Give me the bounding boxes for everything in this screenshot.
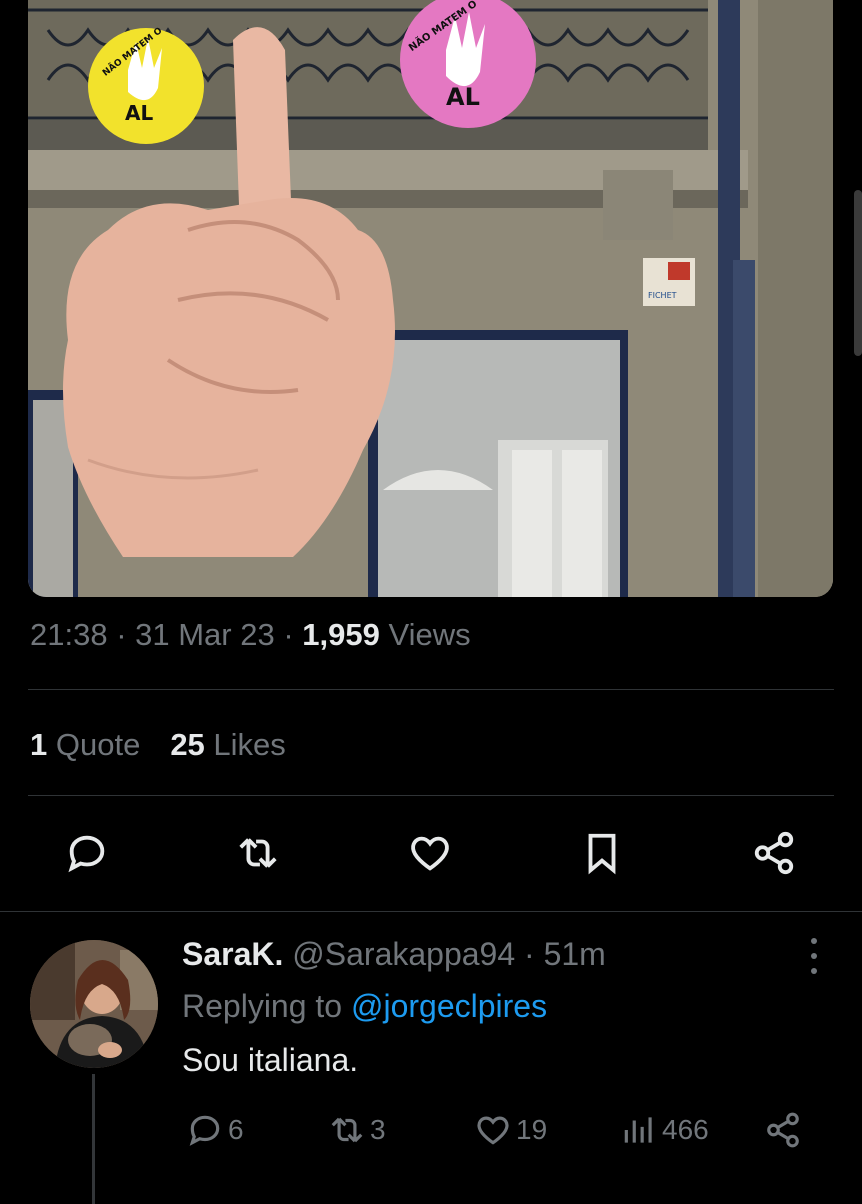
divider xyxy=(28,795,834,796)
mention-link[interactable]: @jorgeclpires xyxy=(351,988,547,1024)
reply-icon xyxy=(189,1115,220,1146)
alarm-label: FICHET xyxy=(648,291,677,300)
tweet-date[interactable]: 31 Mar 23 xyxy=(135,617,275,652)
likes-count: 25 xyxy=(170,727,205,762)
like-icon xyxy=(411,836,449,871)
reply-share-button[interactable] xyxy=(764,1108,802,1152)
reply-action-bar: 6 3 19 466 xyxy=(0,1108,862,1152)
share-button[interactable] xyxy=(749,828,799,878)
retweet-count: 3 xyxy=(370,1114,386,1145)
reply-button[interactable] xyxy=(62,828,112,878)
reply-reply-button[interactable]: 6 xyxy=(186,1108,244,1152)
display-name[interactable]: SaraK. xyxy=(182,936,283,972)
divider xyxy=(28,689,834,690)
replying-to: Replying to @jorgeclpires xyxy=(182,988,548,1024)
views-count: 466 xyxy=(662,1114,709,1145)
reply-icon xyxy=(68,835,105,873)
tweet-meta: 21:38 · 31 Mar 23 · 1,959 Views xyxy=(30,617,471,652)
scrollbar-thumb[interactable] xyxy=(854,190,862,356)
reply-text: Sou italiana. xyxy=(182,1042,359,1078)
svg-text:AL: AL xyxy=(125,101,153,125)
likes-link[interactable]: 25 Likes xyxy=(170,727,285,762)
quotes-count: 1 xyxy=(30,727,48,762)
more-options-button[interactable] xyxy=(800,938,828,974)
more-dot xyxy=(811,968,817,974)
reply-header: SaraK. @Sarakappa94 · 51m xyxy=(182,936,606,973)
reply-retweet-button[interactable]: 3 xyxy=(328,1108,386,1152)
views-label: Views xyxy=(379,617,471,652)
bookmark-button[interactable] xyxy=(577,828,627,878)
svg-text:AL: AL xyxy=(446,83,480,111)
tweet-stats: 1 Quote 25 Likes xyxy=(30,727,286,763)
more-dot xyxy=(811,953,817,959)
reply-tweet[interactable]: SaraK. @Sarakappa94 · 51m Replying to @j… xyxy=(0,912,862,1204)
views-count: 1,959 xyxy=(302,617,380,652)
retweet-button[interactable] xyxy=(233,828,283,878)
quotes-link[interactable]: 1 Quote xyxy=(30,727,140,762)
like-button[interactable] xyxy=(405,828,455,878)
likes-label: Likes xyxy=(204,727,286,762)
photo-illustration: FICHET AL NÃO MATEM O AL NÃO MATEM O xyxy=(28,0,833,597)
bookmark-icon xyxy=(588,833,616,875)
tweet-time[interactable]: 21:38 xyxy=(30,617,108,652)
reply-views-button[interactable]: 466 xyxy=(620,1108,709,1152)
more-dot xyxy=(811,938,817,944)
analytics-icon xyxy=(624,1117,652,1143)
share-icon xyxy=(754,831,794,875)
reply-like-button[interactable]: 19 xyxy=(474,1108,547,1152)
like-icon xyxy=(477,1116,509,1145)
handle-and-time[interactable]: @Sarakappa94 · 51m xyxy=(283,936,606,972)
like-count: 19 xyxy=(516,1114,548,1145)
tweet-photo[interactable]: FICHET AL NÃO MATEM O AL NÃO MATEM O xyxy=(28,0,833,597)
tweet-action-bar xyxy=(0,828,862,878)
share-icon xyxy=(767,1112,799,1148)
reply-count: 6 xyxy=(228,1114,244,1145)
quotes-label: Quote xyxy=(47,727,141,762)
retweet-icon xyxy=(331,1117,363,1143)
avatar[interactable] xyxy=(30,940,158,1068)
retweet-icon xyxy=(239,838,277,868)
